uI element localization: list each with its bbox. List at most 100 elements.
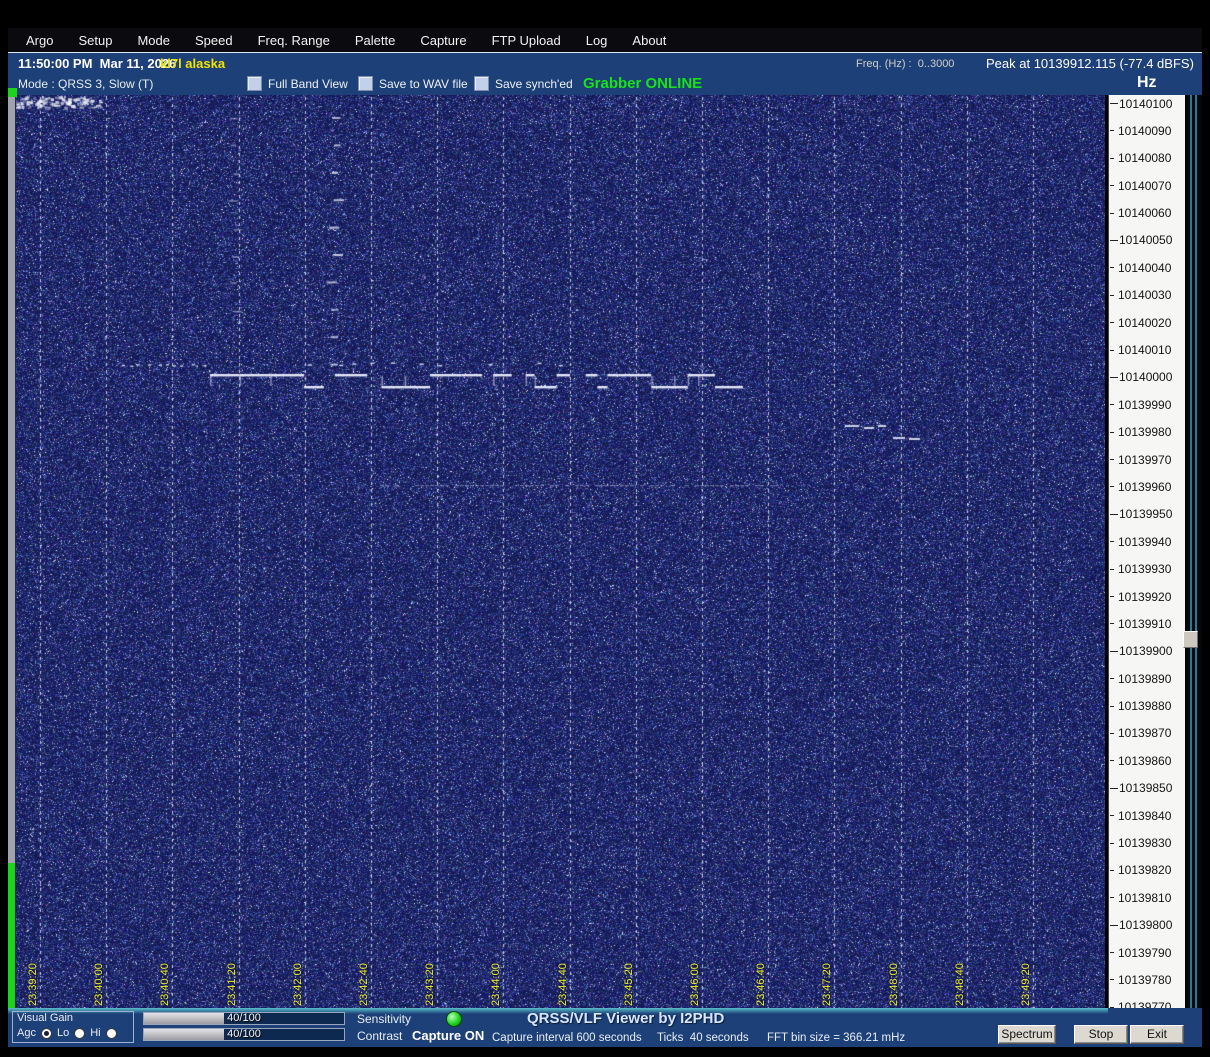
time-axis-label: 23:44:00 [490, 963, 503, 1006]
mode-row: Mode : QRSS 3, Slow (T) Full Band View S… [8, 73, 1202, 95]
freq-axis-label: 10139930 [1109, 562, 1171, 576]
peak-readout: Peak at 10139912.115 (-77.4 dBFS) [986, 56, 1194, 71]
freq-axis-label: 10140040 [1109, 261, 1171, 275]
hi-radio-label: Hi [90, 1027, 101, 1039]
freq-tick [1110, 869, 1114, 871]
freq-axis-label: 10139860 [1109, 754, 1171, 768]
menu-mode[interactable]: Mode [137, 33, 170, 48]
freq-tick [1110, 294, 1114, 296]
time-axis-label: 23:48:40 [953, 963, 966, 1006]
freq-axis-label: 10139850 [1109, 781, 1172, 795]
contrast-slider[interactable]: 40/100 [143, 1028, 345, 1041]
freq-tick [1110, 103, 1118, 104]
time-axis-label: 23:47:20 [821, 963, 834, 1006]
save-synched-checkbox[interactable] [474, 76, 489, 91]
freq-tick [1110, 513, 1118, 515]
freq-axis-label: 10139790 [1109, 946, 1171, 960]
title-row: 11:50:00 PM Mar 11, 2026 kl7l alaska Fre… [8, 52, 1202, 73]
freq-tick [1110, 239, 1118, 241]
time-axis-label: 23:39:20 [27, 963, 39, 1006]
agc-radio[interactable] [40, 1027, 52, 1039]
freq-tick [1110, 787, 1118, 789]
menu-argo[interactable]: Argo [26, 33, 53, 48]
menu-speed[interactable]: Speed [195, 33, 233, 48]
freq-scrollbar-thumb[interactable] [1183, 631, 1198, 648]
freq-tick [1110, 897, 1114, 899]
freq-tick [1110, 404, 1114, 406]
time-axis-label: 23:40:00 [93, 963, 106, 1006]
freq-axis-unit: Hz [1137, 74, 1157, 91]
freq-axis-label: 10139960 [1109, 480, 1171, 494]
scrollbar-rail [1190, 95, 1192, 1013]
station-id: kl7l alaska [160, 56, 226, 71]
time-axis-label: 23:42:40 [358, 963, 370, 1006]
lo-radio[interactable] [74, 1027, 86, 1039]
freq-tick [1110, 815, 1114, 817]
freq-scale: 10140100 10140090 10140080 10140070 10140060… [1108, 95, 1185, 1014]
full-band-view-checkbox[interactable] [247, 76, 262, 91]
freq-axis-label: 10139780 [1109, 973, 1171, 987]
freq-tick [1110, 267, 1114, 269]
freq-axis-label: 10140000 [1109, 370, 1172, 384]
mode-label: Mode : QRSS 3, Slow (T) [18, 77, 154, 91]
freq-axis-label: 10139910 [1109, 617, 1171, 631]
freq-range-readout: Freq. (Hz) : 0..3000 [856, 58, 955, 70]
hi-radio[interactable] [105, 1027, 117, 1039]
menu-freq-range[interactable]: Freq. Range [258, 33, 330, 48]
freq-tick [1110, 760, 1114, 762]
save-synched-label: Save synch'ed [495, 76, 573, 91]
menu-bar: Argo Setup Mode Speed Freq. Range Palett… [8, 28, 1202, 52]
exit-button[interactable]: Exit [1130, 1025, 1184, 1044]
menu-palette[interactable]: Palette [355, 33, 395, 48]
lo-radio-label: Lo [56, 1027, 70, 1039]
save-to-wav-label: Save to WAV file [379, 76, 468, 91]
capture-status: Capture ON [412, 1028, 485, 1043]
freq-axis-label: 10139820 [1109, 863, 1171, 877]
capture-progress-top-marker [8, 88, 17, 97]
freq-axis-label: 10139940 [1109, 535, 1171, 549]
freq-tick [1110, 732, 1114, 734]
argo-window: Argo Setup Mode Speed Freq. Range Palett… [0, 0, 1210, 1057]
freq-tick [1110, 349, 1114, 351]
freq-axis-label: 10139830 [1109, 836, 1171, 850]
clock-datetime: 11:50:00 PM Mar 11, 2026 [18, 56, 177, 71]
freq-tick [1110, 952, 1114, 954]
menu-about[interactable]: About [632, 33, 666, 48]
menu-capture[interactable]: Capture [420, 33, 466, 48]
agc-radio-label: Agc [17, 1027, 36, 1039]
freq-axis-label: 10139840 [1109, 809, 1171, 823]
time-axis-label: 23:48:00 [887, 963, 900, 1006]
freq-axis-label: 10140020 [1109, 316, 1171, 330]
freq-tick [1110, 541, 1114, 543]
menu-ftp-upload[interactable]: FTP Upload [492, 33, 561, 48]
freq-tick [1110, 212, 1114, 214]
time-axis-label: 23:44:40 [556, 963, 569, 1006]
sensitivity-slider[interactable]: 40/100 [143, 1012, 345, 1025]
menu-log[interactable]: Log [586, 33, 608, 48]
freq-axis-label: 10139920 [1109, 590, 1171, 604]
status-bar: Visual Gain Agc Lo Hi 40/100 40/100 Sens… [8, 1008, 1202, 1047]
freq-axis-label: 10140070 [1109, 179, 1171, 193]
freq-tick [1110, 459, 1114, 461]
freq-tick [1110, 322, 1114, 324]
freq-axis-label: 10139950 [1109, 507, 1172, 521]
scrollbar-rail [1195, 95, 1197, 1013]
time-axis-label: 23:40:40 [159, 963, 172, 1006]
fft-bin-info: FFT bin size = 366.21 mHz [767, 1032, 906, 1044]
freq-axis-label: 10140090 [1109, 124, 1171, 138]
freq-scrollbar[interactable] [1186, 95, 1202, 1013]
time-axis-label: 23:45:20 [622, 963, 635, 1006]
capture-progress-fill [8, 863, 15, 1008]
contrast-value: 40/100 [227, 1028, 261, 1040]
freq-axis-label: 10140080 [1109, 151, 1171, 165]
freq-axis-label: 10139810 [1109, 891, 1171, 905]
full-band-view-label: Full Band View [268, 76, 348, 91]
freq-tick [1110, 596, 1114, 598]
freq-tick [1110, 376, 1118, 378]
save-to-wav-checkbox[interactable] [358, 76, 373, 91]
time-axis-label: 23:42:00 [291, 963, 304, 1006]
spectrum-button[interactable]: Spectrum [998, 1025, 1056, 1044]
menu-setup[interactable]: Setup [78, 33, 112, 48]
stop-button[interactable]: Stop [1074, 1025, 1128, 1044]
spectrogram-canvas[interactable] [8, 95, 1105, 1008]
